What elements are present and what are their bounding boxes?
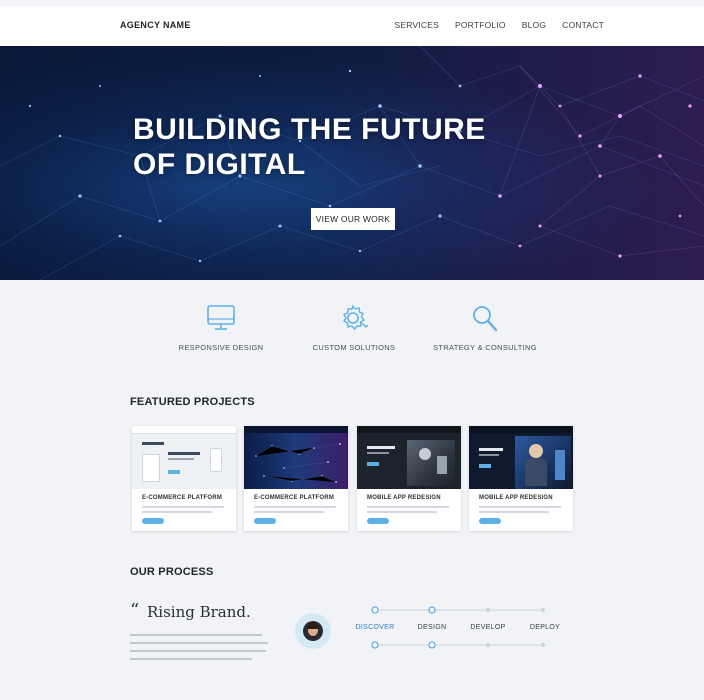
project-card-4[interactable]: MOBILE APP REDESIGN	[469, 426, 573, 531]
our-process-heading: OUR PROCESS	[130, 566, 214, 578]
step-dot-design	[428, 606, 436, 614]
step-dot-discover	[371, 606, 379, 614]
project-thumbnail	[132, 426, 236, 489]
project-title: E-COMMERCE PLATFORM	[142, 495, 223, 501]
service-label: STRATEGY & CONSULTING	[433, 343, 537, 352]
service-strategy-consulting: STRATEGY & CONSULTING	[425, 303, 545, 352]
step-dot-design-lower	[428, 641, 436, 649]
testimonial-quote: Rising Brand.	[147, 603, 251, 621]
magnifier-icon	[473, 306, 498, 332]
nav-link-portfolio[interactable]: PORTFOLIO	[455, 20, 506, 30]
project-title: E-COMMERCE PLATFORM	[254, 495, 335, 501]
service-label: RESPONSIVE DESIGN	[178, 343, 264, 352]
monitor-icon	[207, 305, 235, 330]
quote-mark: “	[130, 600, 140, 621]
gear-icon	[343, 304, 369, 331]
project-title: MOBILE APP REDESIGN	[479, 495, 553, 501]
step-develop[interactable]: DEVELOP	[458, 624, 518, 631]
step-dot-develop-lower	[485, 642, 491, 648]
nav-link-blog[interactable]: BLOG	[522, 20, 546, 30]
description-line	[367, 511, 437, 513]
project-thumbnail	[357, 426, 461, 489]
step-dot-deploy	[540, 607, 546, 613]
description-line	[142, 511, 212, 513]
hero-banner: BUILDING THE FUTURE OF DIGITAL VIEW OUR …	[0, 46, 704, 280]
nav-link-services[interactable]: SERVICES	[395, 20, 439, 30]
avatar	[303, 621, 323, 641]
testimonial-text-line	[130, 642, 268, 644]
step-deploy[interactable]: DEPLOY	[515, 624, 575, 631]
project-thumbnail	[469, 426, 573, 489]
project-card-2[interactable]: E-COMMERCE PLATFORM	[244, 426, 348, 531]
hero-title: BUILDING THE FUTURE OF DIGITAL	[133, 112, 513, 182]
project-card-3[interactable]: MOBILE APP REDESIGN	[357, 426, 461, 531]
description-line	[479, 506, 561, 508]
project-view-button[interactable]	[142, 518, 164, 524]
project-title: MOBILE APP REDESIGN	[367, 495, 441, 501]
featured-projects-heading: FEATURED PROJECTS	[130, 396, 255, 408]
description-line	[367, 506, 449, 508]
step-dot-develop	[485, 607, 491, 613]
step-dot-deploy-lower	[540, 642, 546, 648]
project-view-button[interactable]	[479, 518, 501, 524]
description-line	[142, 506, 224, 508]
service-label: CUSTOM SOLUTIONS	[312, 343, 396, 352]
brand-logo[interactable]: AGENCY NAME	[120, 20, 191, 30]
hero-title-line-1: BUILDING THE FUTURE	[133, 113, 486, 146]
step-dot-discover-lower	[371, 641, 379, 649]
hero-title-line-2: OF DIGITAL	[133, 148, 306, 181]
testimonial-text-line	[130, 650, 266, 652]
service-custom-solutions: CUSTOM SOLUTIONS	[294, 303, 414, 352]
project-view-button[interactable]	[254, 518, 276, 524]
step-discover[interactable]: DISCOVER	[345, 624, 405, 631]
nav-link-contact[interactable]: CONTACT	[562, 20, 604, 30]
description-line	[479, 511, 549, 513]
description-line	[254, 506, 336, 508]
nav-links: SERVICES PORTFOLIO BLOG CONTACT	[395, 20, 604, 30]
testimonial-text-line	[130, 658, 252, 660]
project-card-1[interactable]: E-COMMERCE PLATFORM	[132, 426, 236, 531]
testimonial-text-line	[130, 634, 262, 636]
top-nav: AGENCY NAME SERVICES PORTFOLIO BLOG CONT…	[0, 6, 704, 46]
view-our-work-button[interactable]: VIEW OUR WORK	[311, 208, 395, 230]
service-responsive-design: RESPONSIVE DESIGN	[161, 303, 281, 352]
step-design[interactable]: DESIGN	[402, 624, 462, 631]
project-view-button[interactable]	[367, 518, 389, 524]
project-thumbnail	[244, 426, 348, 489]
description-line	[254, 511, 324, 513]
